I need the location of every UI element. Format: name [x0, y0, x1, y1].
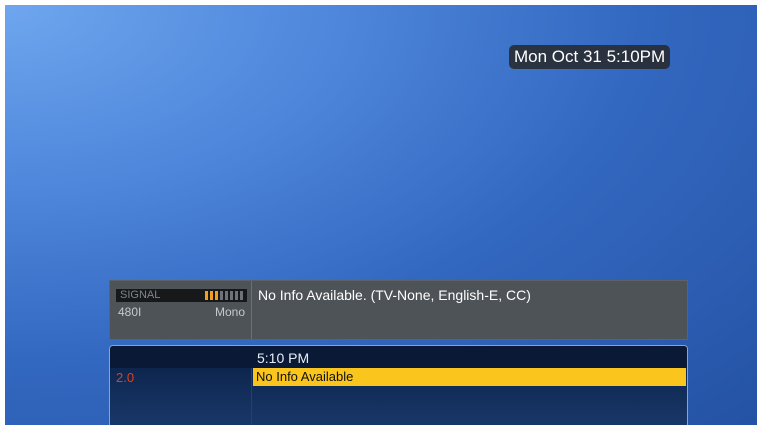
signal-bar — [220, 291, 223, 300]
signal-bar — [215, 291, 218, 300]
signal-bar — [210, 291, 213, 300]
resolution-label: 480I — [118, 305, 142, 319]
signal-bar — [235, 291, 238, 300]
program-guide: 5:10 PM 2.0 No Info Available — [109, 345, 688, 425]
guide-header: 5:10 PM — [110, 346, 687, 368]
tv-screen: Mon Oct 31 5:10PM SIGNAL 480I Mono No In… — [5, 5, 757, 425]
guide-time-slot: 5:10 PM — [257, 350, 310, 366]
guide-divider — [251, 368, 252, 425]
signal-meter: SIGNAL — [116, 289, 247, 302]
program-info: No Info Available. (TV-None, English-E, … — [258, 287, 531, 303]
signal-bar — [205, 291, 208, 300]
signal-label: SIGNAL — [120, 289, 161, 301]
info-banner: SIGNAL 480I Mono No Info Available. (TV-… — [109, 280, 688, 340]
program-cell[interactable]: No Info Available — [253, 368, 686, 386]
signal-panel: SIGNAL 480I Mono — [110, 281, 252, 339]
channel-number[interactable]: 2.0 — [116, 370, 134, 385]
signal-bar — [230, 291, 233, 300]
audio-label: Mono — [214, 305, 245, 319]
signal-bars — [205, 291, 243, 300]
signal-bar — [225, 291, 228, 300]
signal-bar — [240, 291, 243, 300]
clock: Mon Oct 31 5:10PM — [509, 45, 671, 69]
